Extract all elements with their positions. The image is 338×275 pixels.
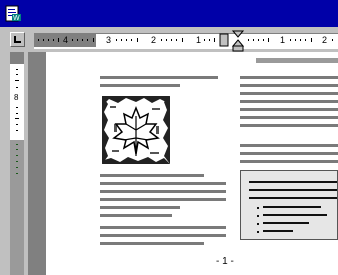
text-line (240, 160, 338, 163)
left-tab-icon (14, 36, 21, 43)
box-line (263, 230, 293, 232)
page-number: - 1 - (216, 256, 234, 267)
maple-leaf-clipart (102, 96, 170, 164)
text-line (240, 76, 338, 79)
word-document-icon[interactable]: W (4, 5, 22, 22)
text-line (100, 174, 204, 177)
box-line (249, 189, 337, 191)
bullet-icon (257, 223, 259, 225)
text-line (100, 182, 226, 185)
text-line (240, 92, 338, 95)
document-page[interactable]: - 1 - (46, 52, 338, 275)
svg-text:W: W (13, 15, 20, 22)
text-line (100, 242, 204, 245)
bullet-icon (257, 207, 259, 209)
horizontal-ruler[interactable]: 4 3 2 1 1 2 (0, 27, 338, 53)
text-line (240, 144, 338, 147)
bullet-icon (257, 215, 259, 217)
text-line (240, 152, 338, 155)
text-line (100, 190, 226, 193)
text-line (240, 124, 338, 127)
box-line (249, 181, 337, 183)
text-line (100, 226, 226, 229)
text-line (240, 100, 338, 103)
ruler-ticks (38, 33, 333, 47)
box-line (263, 214, 327, 216)
bullet-icon (257, 231, 259, 233)
box-line (263, 222, 309, 224)
word-window: W 4 3 2 1 1 2 8 - 1 - (0, 0, 338, 275)
text-line (240, 108, 338, 111)
title-bar[interactable]: W (0, 0, 338, 27)
header-rule (256, 58, 338, 63)
text-line (240, 116, 338, 119)
tab-selector-button[interactable] (10, 32, 25, 47)
text-line (240, 84, 338, 87)
sidebar-box (240, 170, 338, 240)
text-line (100, 84, 180, 87)
vertical-ruler-ticks: 8 (14, 69, 19, 174)
text-line (100, 234, 226, 237)
text-line (100, 206, 180, 209)
text-line (100, 214, 172, 217)
svg-text:8: 8 (14, 93, 19, 102)
box-line (263, 206, 321, 208)
box-line (249, 197, 337, 199)
column-marker[interactable] (219, 33, 229, 47)
indent-marker[interactable] (232, 30, 244, 52)
text-line (100, 76, 218, 79)
page-shadow (28, 52, 46, 275)
text-line (100, 198, 226, 201)
